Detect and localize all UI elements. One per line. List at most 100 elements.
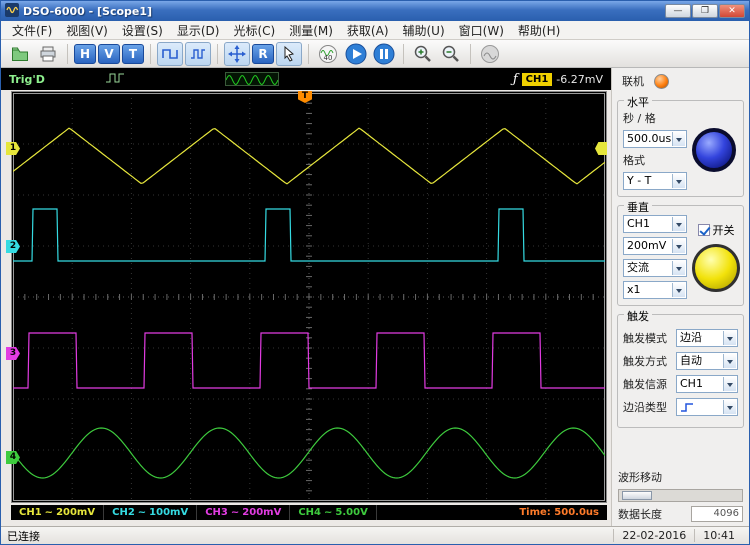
trigger-mode-select[interactable]: 边沿 — [676, 329, 738, 347]
toolbar-separator — [217, 43, 218, 64]
vertical-channel-select[interactable]: CH1 — [623, 215, 687, 233]
menu-help[interactable]: 帮助(H) — [511, 21, 567, 40]
menu-bar: 文件(F) 视图(V) 设置(S) 显示(D) 光标(C) 测量(M) 获取(A… — [1, 21, 749, 40]
cursor-button[interactable] — [276, 41, 302, 66]
app-window: DSO-6000 - [Scope1] — ❐ ✕ 文件(F) 视图(V) 设置… — [0, 0, 750, 545]
vertical-coupling-value: 交流 — [627, 261, 649, 274]
menu-utility[interactable]: 辅助(U) — [396, 21, 452, 40]
vertical-probe-value: x1 — [627, 283, 641, 296]
menu-measure[interactable]: 测量(M) — [282, 21, 340, 40]
vertical-probe-select[interactable]: x1 — [623, 281, 687, 299]
toolbar-separator — [470, 43, 471, 64]
trigger-channel-badge: CH1 — [521, 72, 553, 86]
vertical-knob[interactable] — [692, 244, 740, 292]
stamp-button[interactable] — [477, 42, 503, 66]
menu-settings[interactable]: 设置(S) — [115, 21, 170, 40]
menu-cursor[interactable]: 光标(C) — [226, 21, 282, 40]
dropdown-arrow-icon — [672, 261, 685, 275]
cursor-arrow-icon — [284, 45, 295, 62]
switch-label: 开关 — [712, 224, 735, 237]
zoom-in-button[interactable] — [410, 42, 436, 66]
printer-icon — [40, 46, 56, 61]
dropdown-arrow-icon — [672, 239, 685, 253]
trigger-way-select[interactable]: 自动 — [676, 352, 738, 370]
wave-move-title: 波形移动 — [618, 471, 662, 484]
window-controls: — ❐ ✕ — [665, 4, 745, 18]
vertical-title: 垂直 — [624, 199, 652, 215]
auto-waveform-icon: 40 — [319, 44, 337, 63]
channel-switch[interactable]: 开关 — [697, 222, 735, 238]
checkbox-checked-icon — [697, 224, 710, 236]
pan-arrows-icon — [228, 44, 246, 63]
trigger-way-label: 触发方式 — [623, 355, 667, 368]
format-label: 格式 — [623, 154, 645, 167]
trigger-level-value: -6.27mV — [556, 72, 603, 86]
pulse-icon — [105, 72, 125, 87]
open-file-icon — [12, 47, 28, 61]
horizontal-knob[interactable] — [692, 128, 736, 172]
dropdown-arrow-icon — [723, 400, 736, 414]
scope-display: 1 2 3 4 T — [6, 91, 607, 503]
pan-button[interactable] — [224, 41, 250, 66]
edge-type-label: 边沿类型 — [623, 401, 667, 414]
zoom-out-button[interactable] — [438, 42, 464, 66]
dual-wave-view-button[interactable] — [185, 41, 211, 66]
channel1-readout: CH1 ~200mV — [11, 505, 105, 520]
data-length-value: 4096 — [691, 506, 743, 522]
trigger-source-label: 触发信源 — [623, 378, 667, 391]
print-button[interactable] — [35, 42, 61, 66]
trigger-panel-button[interactable]: T — [122, 43, 144, 64]
toolbar-separator — [67, 43, 68, 64]
open-button[interactable] — [7, 42, 33, 66]
horizontal-group: 水平 秒 / 格 500.0us 格式 Y - T — [617, 94, 744, 197]
vertical-scale-select[interactable]: 200mV — [623, 237, 687, 255]
trigger-group: 触发 触发模式 边沿 触发方式 自动 触发信源 CH1 边沿类型 — [617, 308, 744, 428]
close-button[interactable]: ✕ — [719, 4, 745, 18]
vertical-panel-button[interactable]: V — [98, 43, 120, 64]
window-title: DSO-6000 - [Scope1] — [23, 4, 153, 18]
toolbar: H V T R 40 — [1, 40, 749, 68]
status-date: 22-02-2016 — [613, 529, 694, 542]
channel-footer: CH1 ~200mV CH2 ~100mV CH3 ~200mV CH4 ~5.00V … — [11, 505, 607, 520]
menu-file[interactable]: 文件(F) — [5, 21, 59, 40]
square-wave-icon — [162, 48, 178, 59]
trigger-coupling-icon: ƒ — [512, 71, 518, 87]
menu-display[interactable]: 显示(D) — [170, 21, 227, 40]
edge-type-select[interactable] — [676, 398, 738, 416]
online-label: 联机 — [622, 75, 644, 88]
svg-text:40: 40 — [324, 54, 333, 62]
trigger-title: 触发 — [624, 308, 652, 324]
vertical-scale-value: 200mV — [627, 239, 667, 252]
square-wave-view-button[interactable] — [157, 41, 183, 66]
menu-window[interactable]: 窗口(W) — [452, 21, 511, 40]
stop-button[interactable] — [371, 42, 397, 66]
dropdown-arrow-icon — [672, 174, 685, 188]
waveform-position-slider[interactable] — [618, 489, 743, 502]
vertical-coupling-select[interactable]: 交流 — [623, 259, 687, 277]
slider-thumb[interactable] — [622, 491, 652, 500]
horizontal-title: 水平 — [624, 94, 652, 110]
main-area: Trig'D ƒ CH1 -6.27mV 1 2 3 4 T CH1 ~ 200… — [1, 68, 749, 526]
toolbar-separator — [308, 43, 309, 64]
vertical-channel-value: CH1 — [627, 217, 650, 230]
trigger-status-bar: Trig'D ƒ CH1 -6.27mV — [1, 68, 611, 90]
dropdown-arrow-icon — [672, 132, 685, 146]
trigger-way-value: 自动 — [680, 354, 702, 367]
horizontal-panel-button[interactable]: H — [74, 43, 96, 64]
run-button[interactable] — [343, 42, 369, 66]
refresh-button[interactable]: R — [252, 43, 274, 64]
toolbar-separator — [150, 43, 151, 64]
minimize-button[interactable]: — — [665, 4, 691, 18]
online-button[interactable] — [654, 73, 669, 89]
format-value: Y - T — [627, 174, 652, 187]
autoset-button[interactable]: 40 — [315, 42, 341, 66]
menu-acquire[interactable]: 获取(A) — [340, 21, 396, 40]
format-select[interactable]: Y - T — [623, 172, 687, 190]
dropdown-arrow-icon — [723, 377, 736, 391]
maximize-button[interactable]: ❐ — [692, 4, 718, 18]
trigger-source-select[interactable]: CH1 — [676, 375, 738, 393]
menu-view[interactable]: 视图(V) — [59, 21, 115, 40]
play-icon — [345, 43, 367, 64]
secdiv-select[interactable]: 500.0us — [623, 130, 687, 148]
channel3-readout: CH3 ~200mV — [197, 505, 291, 520]
